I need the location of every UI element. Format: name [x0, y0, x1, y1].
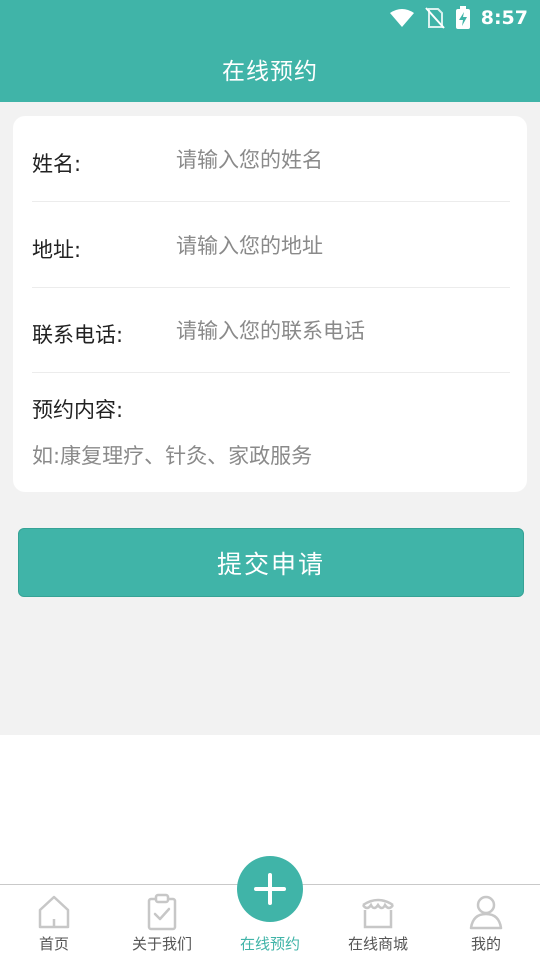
store-icon [361, 898, 395, 929]
clipboard-check-icon [147, 893, 177, 931]
home-icon [38, 895, 70, 929]
status-time: 8:57 [480, 7, 528, 29]
submit-button[interactable]: 提交申请 [18, 528, 524, 597]
status-icons: 8:57 [389, 4, 528, 32]
tab-store[interactable]: 在线商城 [324, 885, 432, 960]
address-label: 地址: [32, 238, 82, 262]
plus-icon [254, 873, 286, 905]
tab-mine[interactable]: 我的 [432, 885, 540, 960]
page-title: 在线预约 [222, 59, 318, 85]
address-row: 地址: [32, 202, 510, 288]
tab-store-label: 在线商城 [347, 935, 408, 953]
status-bar: 8:57 [0, 0, 540, 36]
wifi-icon [389, 9, 414, 27]
phone-label: 联系电话: [32, 323, 124, 347]
title-bar: 在线预约 [0, 36, 540, 102]
user-icon [469, 895, 503, 930]
address-input[interactable] [176, 228, 506, 264]
tab-about-label: 关于我们 [131, 935, 192, 953]
name-row: 姓名: [32, 116, 510, 202]
app-header: 8:57 在线预约 [0, 0, 540, 102]
name-label: 姓名: [32, 152, 82, 176]
tab-home[interactable]: 首页 [0, 885, 108, 960]
tab-booking-label: 在线预约 [239, 935, 300, 953]
tab-home-label: 首页 [38, 935, 69, 953]
tab-mine-label: 我的 [470, 935, 501, 953]
tab-about[interactable]: 关于我们 [108, 885, 216, 960]
content-input[interactable] [32, 440, 502, 480]
add-booking-button[interactable] [237, 856, 303, 922]
name-input[interactable] [176, 142, 506, 178]
appointment-form: 姓名: 地址: 联系电话: 预约内容: [13, 116, 527, 492]
content-label: 预约内容: [32, 398, 124, 422]
phone-row: 联系电话: [32, 287, 510, 373]
no-sim-icon [424, 7, 445, 29]
phone-input[interactable] [176, 313, 506, 349]
battery-charging-icon [455, 6, 470, 29]
